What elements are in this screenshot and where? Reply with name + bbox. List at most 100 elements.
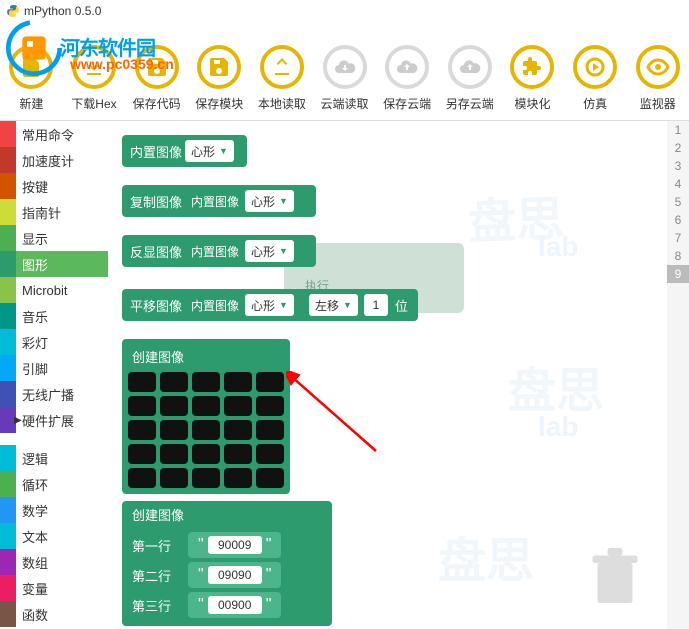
sidebar-item-16[interactable]: 数组 [0, 549, 108, 575]
sidebar-item-2[interactable]: 按键 [0, 173, 108, 199]
sidebar-item-12[interactable]: 逻辑 [0, 445, 108, 471]
sidebar-item-label: 数学 [22, 501, 48, 520]
led-cell[interactable] [256, 420, 284, 440]
line-number[interactable]: 9 [667, 265, 689, 283]
sidebar-item-label: 无线广播 [22, 385, 74, 404]
toolbar-new[interactable]: 新建 [0, 22, 63, 120]
sidebar-item-1[interactable]: 加速度计 [0, 147, 108, 173]
sidebar-item-15[interactable]: 文本 [0, 523, 108, 549]
row-value-input[interactable]: 00900 [208, 596, 262, 614]
row-value-input[interactable]: 09090 [208, 566, 262, 584]
sidebar-item-0[interactable]: 常用命令 [0, 121, 108, 147]
watermark-url: www.pc0359.cn [70, 56, 174, 72]
sidebar-item-6[interactable]: Microbit [0, 277, 108, 303]
sidebar-item-18[interactable]: 函数 [0, 601, 108, 627]
dropdown-direction[interactable]: 左移▼ [309, 294, 358, 316]
sidebar-item-5[interactable]: 图形 [0, 251, 108, 277]
toolbar-monitor[interactable]: 监视器 [626, 22, 689, 120]
toolbar-simulate[interactable]: 仿真 [564, 22, 627, 120]
line-number[interactable]: 5 [667, 193, 689, 211]
row-value-wrap[interactable]: 90009 [188, 532, 281, 558]
workspace[interactable]: 执行 盘思 盘思 盘思 lab lab 内置图像 心形▼ 复制图像 内置图像 心… [108, 120, 667, 629]
sidebar-item-8[interactable]: 彩灯 [0, 329, 108, 355]
led-cell[interactable] [256, 396, 284, 416]
toolbar-save-cloud[interactable]: 保存云端 [376, 22, 439, 120]
led-cell[interactable] [256, 468, 284, 488]
inner-builtin-image[interactable]: 内置图像 心形▼ [185, 190, 303, 212]
sidebar-item-17[interactable]: 变量 [0, 575, 108, 601]
led-cell[interactable] [224, 396, 252, 416]
row-label: 第一行 [132, 536, 188, 555]
line-number[interactable]: 3 [667, 157, 689, 175]
inner-builtin-image[interactable]: 内置图像 心形▼ [185, 294, 303, 316]
led-cell[interactable] [128, 372, 156, 392]
sidebar-item-14[interactable]: 数学 [0, 497, 108, 523]
sidebar-item-11[interactable]: ▶硬件扩展 [0, 407, 108, 433]
sidebar-item-9[interactable]: 引脚 [0, 355, 108, 381]
led-cell[interactable] [128, 396, 156, 416]
toolbar-load-local[interactable]: 本地读取 [251, 22, 314, 120]
image-row: 第三行 00900 [132, 590, 332, 620]
sidebar-item-13[interactable]: 循环 [0, 471, 108, 497]
block-shift-image[interactable]: 平移图像 内置图像 心形▼ 左移▼ 1 位 [122, 289, 418, 321]
sidebar-item-label: 指南针 [22, 203, 61, 222]
led-matrix [128, 372, 284, 488]
led-cell[interactable] [192, 396, 220, 416]
block-invert-image[interactable]: 反显图像 内置图像 心形▼ [122, 235, 316, 267]
led-cell[interactable] [160, 444, 188, 464]
led-cell[interactable] [128, 420, 156, 440]
image-row: 第一行 90009 [132, 530, 332, 560]
line-number[interactable]: 8 [667, 247, 689, 265]
chevron-down-icon: ▼ [279, 246, 288, 256]
row-value-input[interactable]: 90009 [208, 536, 262, 554]
chevron-down-icon: ▼ [343, 300, 352, 310]
led-cell[interactable] [224, 468, 252, 488]
dropdown-shape[interactable]: 心形▼ [245, 294, 294, 316]
line-number[interactable]: 2 [667, 139, 689, 157]
sidebar-item-label: 彩灯 [22, 333, 48, 352]
toolbar-saveas-cloud[interactable]: 另存云端 [438, 22, 501, 120]
line-number[interactable]: 4 [667, 175, 689, 193]
led-cell[interactable] [160, 420, 188, 440]
dropdown-shape[interactable]: 心形▼ [185, 140, 234, 162]
led-cell[interactable] [256, 444, 284, 464]
dropdown-shape[interactable]: 心形▼ [245, 190, 294, 212]
toolbar-modularize[interactable]: 模块化 [501, 22, 564, 120]
led-cell[interactable] [256, 372, 284, 392]
block-copy-image[interactable]: 复制图像 内置图像 心形▼ [122, 185, 316, 217]
row-value-wrap[interactable]: 09090 [188, 562, 281, 588]
sidebar-item-4[interactable]: 显示 [0, 225, 108, 251]
block-create-image-matrix[interactable]: 创建图像 [122, 339, 290, 494]
row-label: 第三行 [132, 596, 188, 615]
row-value-wrap[interactable]: 00900 [188, 592, 281, 618]
led-cell[interactable] [192, 468, 220, 488]
sidebar-item-7[interactable]: 音乐 [0, 303, 108, 329]
line-number[interactable]: 6 [667, 211, 689, 229]
led-cell[interactable] [224, 420, 252, 440]
sidebar-item-10[interactable]: 无线广播 [0, 381, 108, 407]
trash-icon[interactable] [585, 543, 645, 613]
dropdown-shape[interactable]: 心形▼ [245, 240, 294, 262]
input-shift-amount[interactable]: 1 [364, 294, 388, 316]
led-cell[interactable] [192, 444, 220, 464]
expand-arrow-icon: ▶ [14, 415, 22, 426]
toolbar-load-cloud[interactable]: 云端读取 [313, 22, 376, 120]
line-number[interactable]: 7 [667, 229, 689, 247]
inner-builtin-image[interactable]: 内置图像 心形▼ [185, 240, 303, 262]
led-cell[interactable] [192, 372, 220, 392]
led-cell[interactable] [128, 468, 156, 488]
line-number[interactable]: 1 [667, 121, 689, 139]
toolbar-save-block[interactable]: 保存模块 [188, 22, 251, 120]
led-cell[interactable] [160, 396, 188, 416]
block-builtin-image[interactable]: 内置图像 心形▼ [122, 135, 247, 167]
block-create-image-rows[interactable]: 创建图像 第一行90009第二行09090第三行00900 [122, 501, 332, 626]
led-cell[interactable] [224, 444, 252, 464]
sidebar-item-label: 加速度计 [22, 151, 74, 170]
led-cell[interactable] [128, 444, 156, 464]
sidebar-item-3[interactable]: 指南针 [0, 199, 108, 225]
led-cell[interactable] [224, 372, 252, 392]
led-cell[interactable] [160, 372, 188, 392]
line-number-gutter: 123456789 [667, 120, 689, 629]
led-cell[interactable] [160, 468, 188, 488]
led-cell[interactable] [192, 420, 220, 440]
